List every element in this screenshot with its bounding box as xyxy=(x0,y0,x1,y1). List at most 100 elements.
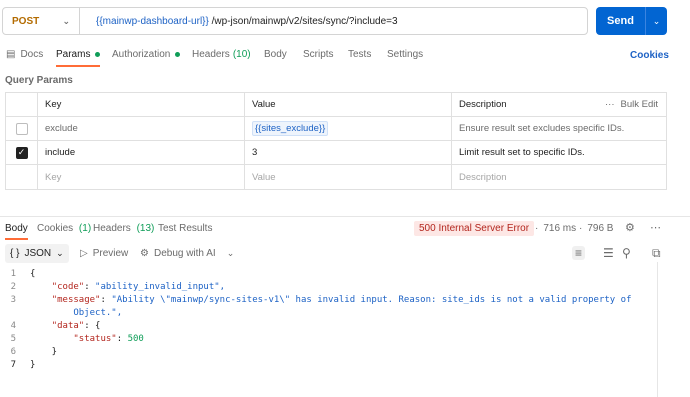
table-row: ✓ include 3 Limit result set to specific… xyxy=(6,141,666,165)
code-line: 1 { xyxy=(0,268,656,281)
tab-authorization[interactable]: Authorization xyxy=(112,42,181,66)
send-button[interactable]: Send ⌄ xyxy=(596,7,667,35)
cookies-link[interactable]: Cookies xyxy=(630,50,669,61)
tab-params[interactable]: Params xyxy=(56,42,101,67)
line-number: 6 xyxy=(10,347,16,357)
method-label: POST xyxy=(12,15,40,27)
chevron-down-icon: ⌄ xyxy=(62,15,70,26)
dot-separator: · xyxy=(535,223,539,234)
tab-headers[interactable]: Headers (10) xyxy=(192,42,251,66)
url-variable[interactable]: {{mainwp-dashboard-url}} xyxy=(96,16,209,27)
line-number: 1 xyxy=(10,269,16,279)
tab-docs[interactable]: ▤ Docs xyxy=(6,42,43,66)
tab-headers-label: Headers xyxy=(192,48,230,60)
status-badge[interactable]: 500 Internal Server Error xyxy=(414,221,535,236)
response-time-value: 716 ms xyxy=(543,223,577,234)
response-size[interactable]: · 796 B xyxy=(579,223,613,234)
debug-icon: ⚙ xyxy=(140,248,149,259)
method-select[interactable]: POST ⌄ xyxy=(3,8,80,34)
tab-body[interactable]: Body xyxy=(264,42,287,66)
response-tab-headers[interactable]: Headers (13) xyxy=(93,223,154,234)
param-value[interactable]: 3 xyxy=(245,141,452,164)
header-value: Value xyxy=(245,93,452,116)
response-body-code[interactable]: 1 { 2 "code": "ability_invalid_input", 3… xyxy=(0,268,656,372)
response-tab-body-label: Body xyxy=(5,223,28,234)
code-line: Object.", xyxy=(0,307,656,320)
param-description[interactable]: Limit result set to specific IDs. xyxy=(452,141,666,164)
request-tabs: ▤ Docs Params Authorization Headers (10)… xyxy=(0,42,690,68)
checkmark-icon: ✓ xyxy=(17,147,26,157)
response-tab-cookies-count: (1) xyxy=(78,223,92,234)
code-text: "data": { xyxy=(51,321,101,331)
chevron-down-icon: ⌄ xyxy=(56,248,64,258)
new-description-input[interactable]: Description xyxy=(452,165,666,189)
code-text: { xyxy=(30,269,36,279)
new-key-input[interactable]: Key xyxy=(38,165,245,189)
param-description[interactable]: Ensure result set excludes specific IDs. xyxy=(452,117,666,140)
code-text: } xyxy=(30,347,58,357)
param-value-cell[interactable]: {{sites_exclude}} xyxy=(245,117,452,140)
preview-button[interactable]: ▷ Preview xyxy=(80,248,128,259)
line-number: 3 xyxy=(10,295,16,305)
header-check-cell xyxy=(6,93,38,116)
code-line: 3 "message": "Ability \"mainwp/sync-site… xyxy=(0,294,656,307)
url-path: /wp-json/mainwp/v2/sites/sync/?include=3 xyxy=(211,15,398,27)
tab-tests-label: Tests xyxy=(348,48,372,60)
row-check-cell: ✓ xyxy=(6,141,38,164)
search-icon[interactable]: ⚲ xyxy=(622,246,631,260)
new-value-input[interactable]: Value xyxy=(245,165,452,189)
response-tab-cookies[interactable]: Cookies (1) xyxy=(37,223,91,234)
param-key[interactable]: exclude xyxy=(38,117,245,140)
param-checkbox[interactable] xyxy=(15,122,28,135)
tab-settings[interactable]: Settings xyxy=(387,42,423,66)
copy-icon[interactable]: ⧉ xyxy=(652,246,661,261)
scrollbar[interactable] xyxy=(657,262,658,397)
debug-with-ai-button[interactable]: ⚙ Debug with AI ⌄ xyxy=(140,248,234,259)
code-line: 5 "status": 500 xyxy=(0,333,656,346)
response-tab-headers-count: (13) xyxy=(136,223,155,234)
dot-separator: · xyxy=(579,223,583,234)
filter-icon[interactable]: ☰ xyxy=(603,246,614,260)
table-row: exclude {{sites_exclude}} Ensure result … xyxy=(6,117,666,141)
docs-icon: ▤ xyxy=(6,48,16,60)
debug-label: Debug with AI xyxy=(153,248,216,259)
row-check-cell xyxy=(6,117,38,140)
tab-body-label: Body xyxy=(264,48,287,60)
response-tab-headers-label: Headers xyxy=(93,223,131,234)
request-url-bar: POST ⌄ {{mainwp-dashboard-url}} /wp-json… xyxy=(2,7,588,35)
url-input[interactable]: {{mainwp-dashboard-url}} /wp-json/mainwp… xyxy=(80,16,398,27)
tab-authorization-label: Authorization xyxy=(112,48,171,60)
query-params-title: Query Params xyxy=(5,75,73,86)
bulk-edit-label: Bulk Edit xyxy=(620,99,659,110)
response-tab-body[interactable]: Body xyxy=(5,223,28,240)
response-tab-test-results[interactable]: Test Results xyxy=(158,223,212,234)
param-value[interactable]: {{sites_exclude}} xyxy=(252,121,329,136)
header-key: Key xyxy=(38,93,245,116)
play-icon: ▷ xyxy=(80,248,88,259)
table-row-new: Key Value Description xyxy=(6,165,666,189)
save-response-icon[interactable]: ⚙ xyxy=(625,221,635,234)
format-select[interactable]: { } JSON ⌄ xyxy=(5,244,69,263)
wrap-lines-icon[interactable]: ≡ xyxy=(572,246,586,260)
response-tab-test-results-label: Test Results xyxy=(158,223,213,234)
param-key[interactable]: include xyxy=(38,141,245,164)
bulk-edit-button[interactable]: ··· Bulk Edit xyxy=(605,99,658,110)
header-description-cell: Description ··· Bulk Edit xyxy=(452,93,666,116)
code-line: 2 "code": "ability_invalid_input", xyxy=(0,281,656,294)
response-toolbar: { } JSON ⌄ ▷ Preview ⚙ Debug with AI ⌄ ≡… xyxy=(0,244,670,264)
send-options-chevron-icon[interactable]: ⌄ xyxy=(646,16,667,27)
more-options-icon[interactable]: ⋯ xyxy=(650,221,661,234)
response-tab-cookies-label: Cookies xyxy=(37,223,74,234)
param-checkbox[interactable]: ✓ xyxy=(15,146,28,159)
tab-settings-label: Settings xyxy=(387,48,424,60)
response-time[interactable]: · 716 ms xyxy=(535,223,576,234)
send-label: Send xyxy=(607,15,634,27)
code-line: 4 "data": { xyxy=(0,320,656,333)
braces-icon: { } xyxy=(10,248,20,259)
more-icon: ··· xyxy=(605,99,615,110)
tab-scripts[interactable]: Scripts xyxy=(303,42,334,66)
code-text: "message": "Ability \"mainwp/sync-sites-… xyxy=(51,295,632,305)
tab-tests[interactable]: Tests xyxy=(348,42,371,66)
line-number: 4 xyxy=(10,321,16,331)
format-label: JSON xyxy=(24,248,52,259)
